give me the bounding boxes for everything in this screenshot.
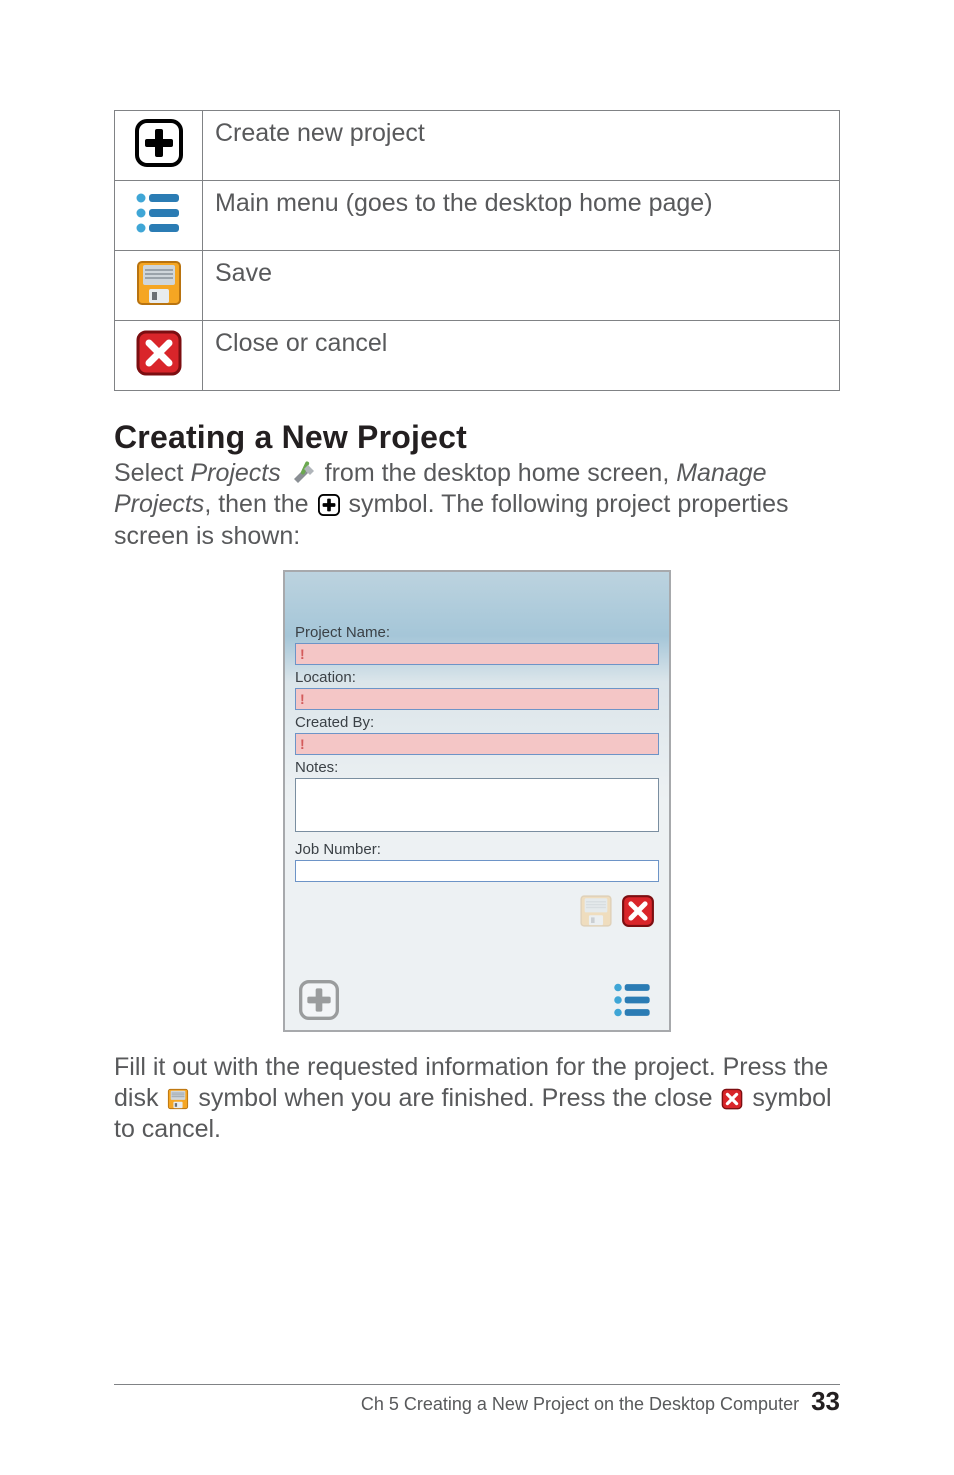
menu-button[interactable] [611,980,655,1020]
text: , then the [204,490,315,518]
table-row: Main menu (goes to the desktop home page… [115,181,840,251]
notes-label: Notes: [295,759,659,776]
table-row: Close or cancel [115,321,840,391]
footer-rule [114,1384,840,1385]
section-heading: Creating a New Project [114,419,840,456]
close-icon [135,329,183,377]
table-row: Save [115,251,840,321]
save-icon [167,1088,189,1110]
project-name-label: Project Name: [295,624,659,641]
menu-icon [133,189,185,237]
icon-desc: Main menu (goes to the desktop home page… [203,181,840,251]
add-button[interactable] [299,980,339,1020]
icon-desc: Close or cancel [203,321,840,391]
job-number-input[interactable] [295,860,659,882]
plus-icon [318,494,340,516]
job-number-label: Job Number: [295,841,659,858]
icon-legend-table: Create new project Main menu (goes to th… [114,110,840,391]
close-icon [721,1088,743,1110]
footer-page-number: 33 [811,1386,840,1417]
footer-chapter: Ch 5 Creating a New Project on the Deskt… [361,1394,799,1415]
save-button[interactable] [579,894,613,928]
plus-icon [135,119,183,167]
text: symbol when you are finished. Press the … [198,1084,719,1112]
project-name-input[interactable] [295,643,659,665]
close-button[interactable] [621,894,655,928]
projects-icon [290,459,316,485]
instruction-paragraph: Fill it out with the requested informati… [114,1052,840,1146]
text: Select [114,459,190,487]
location-label: Location: [295,669,659,686]
location-input[interactable] [295,688,659,710]
projects-label: Projects [190,459,280,487]
project-properties-dialog: Project Name: Location: Created By: Note… [283,570,671,1032]
save-icon [135,259,183,307]
created-by-label: Created By: [295,714,659,731]
intro-paragraph: Select Projects from the desktop home sc… [114,458,840,552]
icon-desc: Save [203,251,840,321]
page-footer: Ch 5 Creating a New Project on the Deskt… [361,1386,840,1417]
table-row: Create new project [115,111,840,181]
icon-desc: Create new project [203,111,840,181]
text: from the desktop home screen, [318,459,677,487]
created-by-input[interactable] [295,733,659,755]
notes-input[interactable] [295,778,659,832]
